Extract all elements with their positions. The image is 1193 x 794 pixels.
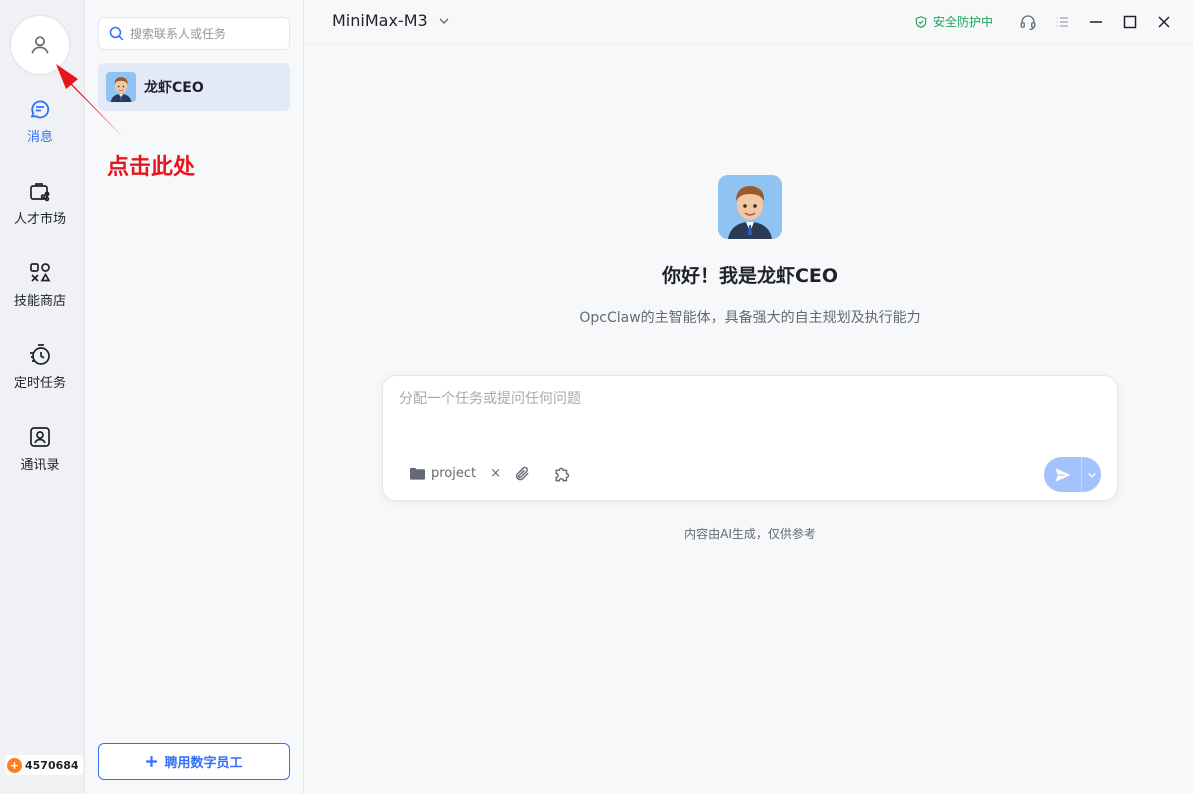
- nav-label: 人才市场: [13, 212, 66, 227]
- nav-label: 通讯录: [20, 458, 60, 473]
- project-chip[interactable]: project ×: [410, 466, 501, 481]
- list-icon: [1056, 17, 1068, 27]
- points-badge[interactable]: + 4570684: [5, 755, 83, 775]
- hire-digital-employee-button[interactable]: 聘用数字员工: [98, 743, 290, 780]
- paperclip-icon: [516, 466, 529, 481]
- maximize-icon: [1123, 15, 1137, 29]
- security-status[interactable]: 安全防护中: [914, 13, 993, 30]
- send-icon: [1055, 467, 1070, 482]
- remove-project-button[interactable]: ×: [490, 466, 501, 481]
- model-selector[interactable]: MiniMax-M3: [332, 11, 450, 30]
- list-button[interactable]: [1052, 12, 1072, 32]
- headset-icon: [1020, 15, 1036, 31]
- timer-icon: [30, 344, 50, 365]
- plugin-button[interactable]: [553, 464, 572, 487]
- nav-talent-market[interactable]: 人才市场: [0, 179, 80, 227]
- shield-check-icon: [915, 15, 927, 28]
- ceo-avatar-large: [718, 175, 782, 239]
- contact-name: 龙虾CEO: [144, 80, 204, 96]
- hero-avatar: [718, 175, 782, 239]
- attach-button[interactable]: [514, 465, 531, 486]
- message-input[interactable]: [399, 388, 1099, 428]
- briefcase-share-icon: [30, 183, 50, 202]
- ai-disclaimer: 内容由AI生成，仅供参考: [684, 527, 816, 541]
- send-options-button[interactable]: [1082, 457, 1101, 492]
- search-input[interactable]: [130, 26, 280, 41]
- points-value: 4570684: [25, 758, 79, 772]
- annotation-arrow: [56, 64, 123, 137]
- minimize-button[interactable]: [1086, 12, 1106, 32]
- puzzle-icon: [555, 467, 570, 482]
- security-text: 安全防护中: [933, 15, 994, 29]
- send-button-group: [1044, 457, 1101, 492]
- message-composer: project ×: [382, 375, 1118, 501]
- project-name: project: [431, 466, 477, 481]
- nav-scheduled-tasks[interactable]: 定时任务: [0, 343, 80, 391]
- annotation-text: 点击此处: [107, 155, 196, 180]
- folder-icon: [410, 467, 425, 480]
- hire-button-label: 聘用数字员工: [164, 756, 243, 771]
- nav-skill-store[interactable]: 技能商店: [0, 261, 80, 309]
- nav-label: 定时任务: [13, 376, 66, 391]
- send-button[interactable]: [1044, 457, 1081, 492]
- headset-button[interactable]: [1018, 12, 1038, 32]
- close-icon: [1158, 16, 1170, 28]
- close-button[interactable]: [1154, 12, 1174, 32]
- greeting-subtitle: OpcClaw的主智能体，具备强大的自主规划及执行能力: [579, 310, 921, 326]
- plus-icon: [146, 756, 158, 767]
- model-name: MiniMax-M3: [332, 11, 428, 30]
- chevron-down-icon: [439, 18, 449, 24]
- coin-icon: +: [7, 757, 22, 773]
- chevron-down-icon: [1087, 472, 1096, 478]
- shapes-icon: [30, 263, 51, 282]
- minimize-icon: [1090, 21, 1102, 23]
- maximize-button[interactable]: [1120, 12, 1140, 32]
- top-bar: MiniMax-M3 安全防护中: [304, 0, 1193, 45]
- nav-label: 技能商店: [13, 294, 66, 309]
- greeting-title: 你好！我是龙虾CEO: [661, 265, 839, 287]
- nav-contacts[interactable]: 通讯录: [0, 425, 80, 473]
- contact-card-icon: [30, 427, 50, 447]
